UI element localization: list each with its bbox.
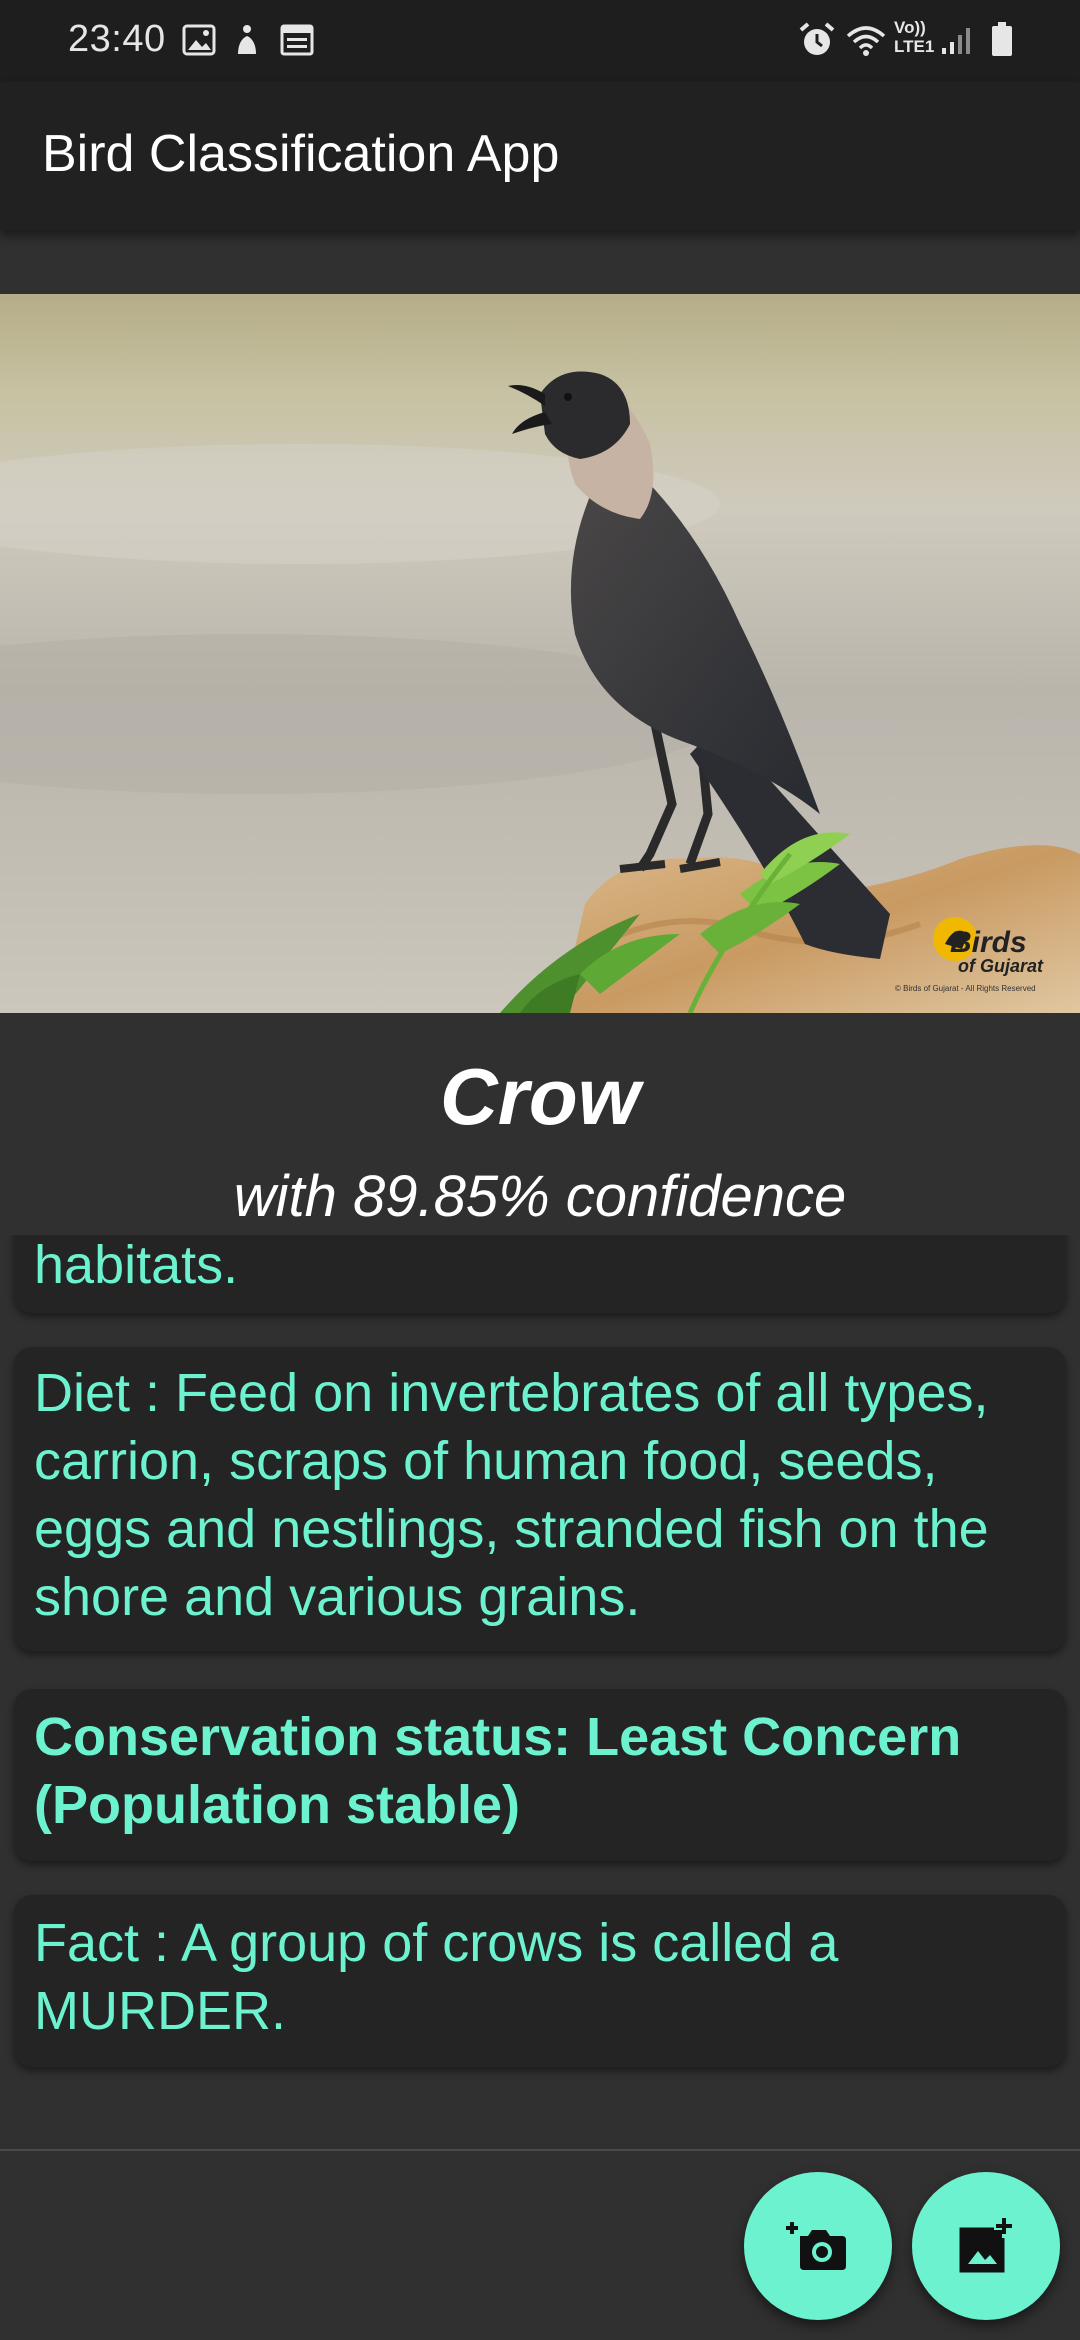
diet-text: Diet : Feed on invertebrates of all type… (34, 1363, 989, 1627)
app-bar: Bird Classification App (0, 82, 1080, 230)
app-title: Bird Classification App (42, 125, 560, 183)
battery-icon (992, 22, 1012, 56)
fact-text: Fact : A group of crows is called a MURD… (34, 1913, 839, 2041)
watermark-logo-subtext: of Gujarat (958, 956, 1044, 976)
wifi-icon (846, 26, 886, 56)
conservation-card: Conservation status: Least Concern (Popu… (14, 1689, 1066, 1861)
confidence-label: with 89.85% confidence (233, 1164, 847, 1229)
bottom-divider (0, 2149, 1080, 2151)
habitat-text: habitats. (34, 1235, 239, 1295)
alarm-icon (799, 22, 835, 55)
network-type-label: Vo)) LTE1 (894, 18, 935, 56)
species-label: Crow (440, 1052, 640, 1141)
add-photo-camera-icon (786, 2222, 846, 2270)
info-card-list[interactable]: habitats. Diet : Feed on invertebrates o… (0, 1235, 1080, 2149)
image-icon (182, 24, 216, 56)
habitat-card: habitats. (14, 1235, 1066, 1313)
calendar-icon (280, 24, 314, 56)
watermark-copyright: © Birds of Gujarat - All Rights Reserved (895, 984, 1036, 993)
status-bar: 23:40 Vo)) LTE1 (0, 0, 1080, 82)
watermark-logo-text: Birds (950, 926, 1027, 959)
diet-card: Diet : Feed on invertebrates of all type… (14, 1347, 1066, 1651)
conservation-text: Conservation status: Least Concern (Popu… (34, 1707, 962, 1835)
accessibility-icon (238, 25, 256, 54)
signal-icon (942, 28, 970, 54)
gallery-button[interactable] (912, 2172, 1060, 2320)
camera-button[interactable] (744, 2172, 892, 2320)
fact-card: Fact : A group of crows is called a MURD… (14, 1895, 1066, 2067)
result-panel: Crow with 89.85% confidence (0, 1013, 1080, 1235)
add-photo-gallery-icon (959, 2218, 1012, 2273)
status-time: 23:40 (68, 18, 166, 60)
bird-photo: Birds of Gujarat © Birds of Gujarat - Al… (0, 294, 1080, 1013)
